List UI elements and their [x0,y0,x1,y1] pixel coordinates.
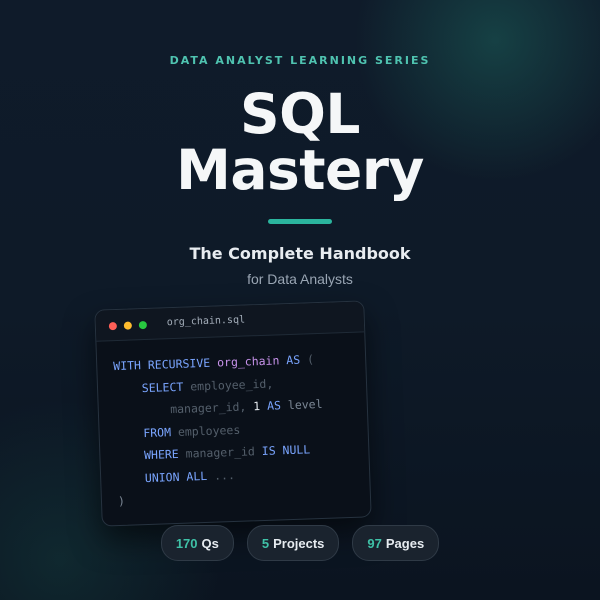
code-keyword: WHERE [143,446,179,463]
maximize-dot-icon [138,320,147,330]
code-identifier: level [287,396,323,413]
series-label: DATA ANALYST LEARNING SERIES [169,54,431,67]
code-identifier: employee_id, [189,376,274,393]
code-keyword: AS [266,398,282,413]
code-punctuation: ( [306,352,315,367]
close-dot-icon [108,322,118,331]
stat-label: Qs [201,535,219,551]
code-keyword: AS [286,352,301,368]
stat-number: 5 [261,535,270,551]
minimize-dot-icon [123,321,133,330]
code-identifier: employees [177,422,241,439]
stat-number: 97 [367,535,382,551]
stat-label: Pages [385,535,425,551]
book-title: SQL Mastery [0,86,600,198]
code-punctuation: ) [117,493,126,509]
stat-pill-questions: 170 Qs [160,525,234,561]
code-editor-window: org_chain.sql WITH RECURSIVE org_chain A… [94,300,372,527]
code-identifier: manager_id, [169,399,247,417]
stats-row: 170 Qs 5 Projects 97 Pages [0,525,600,561]
stat-pill-projects: 5 Projects [246,525,340,561]
stat-pill-pages: 97 Pages [352,525,440,561]
code-keyword: FROM [143,424,172,440]
code-keyword: WITH RECURSIVE [113,355,211,374]
code-keyword: UNION ALL [144,468,208,485]
code-number: 1 [253,399,261,414]
stat-label: Projects [273,535,325,551]
code-keyword: IS NULL [261,442,311,459]
accent-divider [268,219,332,224]
subtitle: The Complete Handbook [189,244,411,263]
code-keyword: SELECT [141,379,184,395]
code-identifier: ... [213,467,236,483]
title-line-1: SQL [240,82,360,146]
title-line-2: Mastery [176,138,424,202]
tagline: for Data Analysts [247,271,353,287]
sql-code: WITH RECURSIVE org_chain AS ( SELECT emp… [96,332,370,513]
stat-number: 170 [175,535,198,551]
code-cte-name: org_chain [216,353,280,370]
editor-filename: org_chain.sql [166,314,246,329]
code-identifier: manager_id [185,444,256,461]
